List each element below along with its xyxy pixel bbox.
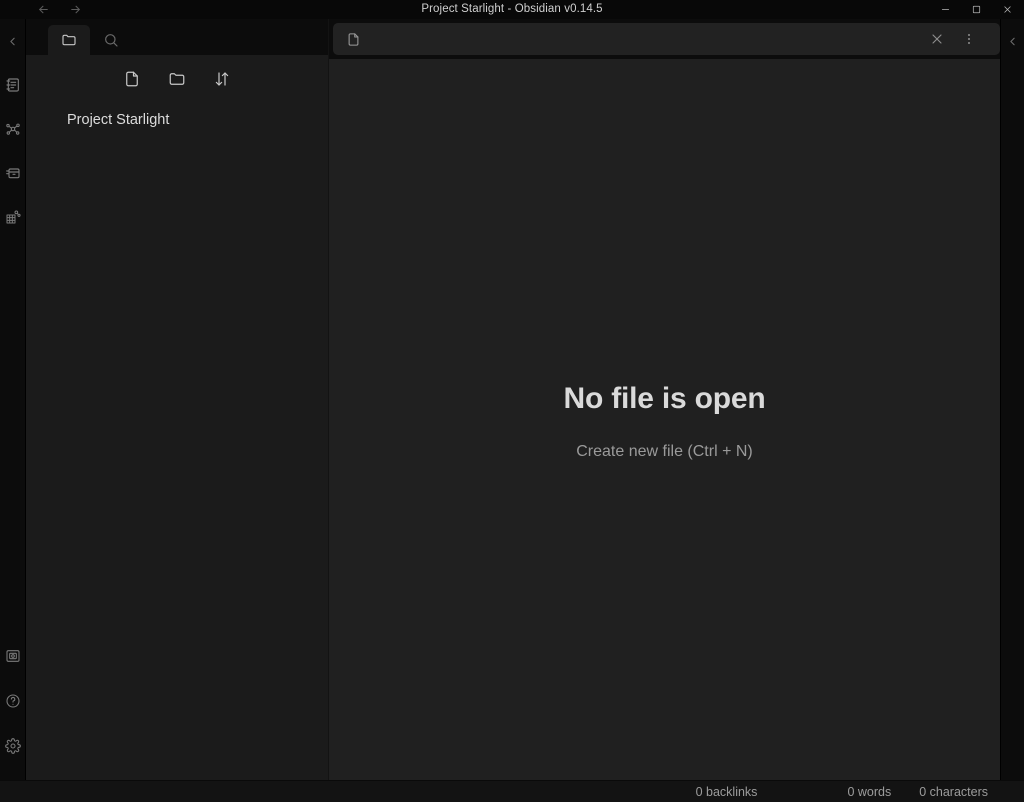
- left-ribbon: [0, 19, 26, 780]
- status-bar: 0 backlinks 0 words 0 characters: [0, 780, 1024, 802]
- vault-icon[interactable]: [0, 151, 26, 195]
- title-bar: Project Starlight - Obsidian v0.14.5: [0, 0, 1024, 19]
- obsidian-window: Project Starlight - Obsidian v0.14.5: [0, 0, 1024, 802]
- back-arrow-icon[interactable]: [36, 3, 50, 17]
- editor-area[interactable]: No file is open Create new file (Ctrl + …: [329, 59, 1000, 780]
- more-options-icon[interactable]: [960, 30, 978, 48]
- editor-tab[interactable]: [333, 23, 1000, 55]
- help-icon[interactable]: [0, 678, 26, 723]
- editor-tab-actions: [924, 30, 992, 48]
- search-icon: [103, 32, 119, 48]
- sidebar-tab-bar: [26, 19, 328, 55]
- ribbon-bottom-group: [0, 633, 26, 780]
- forward-arrow-icon[interactable]: [68, 3, 82, 17]
- settings-gear-icon[interactable]: [0, 723, 26, 768]
- status-backlinks[interactable]: 0 backlinks: [682, 781, 772, 802]
- right-ribbon: [1000, 19, 1024, 780]
- create-new-file-link[interactable]: Create new file (Ctrl + N): [563, 441, 765, 463]
- app-body: Project Starlight: [0, 19, 1024, 780]
- window-title: Project Starlight - Obsidian v0.14.5: [0, 0, 1024, 19]
- left-sidebar: Project Starlight: [26, 19, 329, 780]
- empty-state-title: No file is open: [563, 381, 765, 417]
- collapse-right-sidebar-icon[interactable]: [1001, 19, 1024, 63]
- navigation-arrows: [0, 3, 82, 17]
- close-icon[interactable]: [928, 30, 946, 48]
- status-words[interactable]: 0 words: [833, 781, 905, 802]
- vault-name[interactable]: Project Starlight: [26, 105, 328, 135]
- new-folder-icon[interactable]: [166, 68, 188, 90]
- file-explorer-toolbar: [26, 55, 328, 103]
- collapse-left-sidebar-icon[interactable]: [0, 19, 26, 63]
- sidebar-tab-search[interactable]: [90, 25, 132, 55]
- vault-switcher-icon[interactable]: [0, 633, 26, 678]
- window-controls: [939, 4, 1024, 16]
- notes-icon[interactable]: [0, 63, 26, 107]
- editor-tab-bar: [329, 19, 1000, 59]
- empty-state: No file is open Create new file (Ctrl + …: [563, 381, 765, 463]
- document-icon: [345, 31, 362, 48]
- new-note-icon[interactable]: [121, 68, 143, 90]
- main-pane: No file is open Create new file (Ctrl + …: [329, 19, 1000, 780]
- grid-icon[interactable]: [0, 195, 26, 239]
- file-tree[interactable]: Project Starlight: [26, 103, 328, 780]
- minimize-icon[interactable]: [939, 4, 951, 16]
- maximize-icon[interactable]: [970, 4, 982, 16]
- close-icon[interactable]: [1001, 4, 1013, 16]
- status-characters[interactable]: 0 characters: [905, 781, 1002, 802]
- graph-icon[interactable]: [0, 107, 26, 151]
- sort-icon[interactable]: [211, 68, 233, 90]
- sidebar-tab-file-explorer[interactable]: [48, 25, 90, 55]
- folder-icon: [61, 32, 77, 48]
